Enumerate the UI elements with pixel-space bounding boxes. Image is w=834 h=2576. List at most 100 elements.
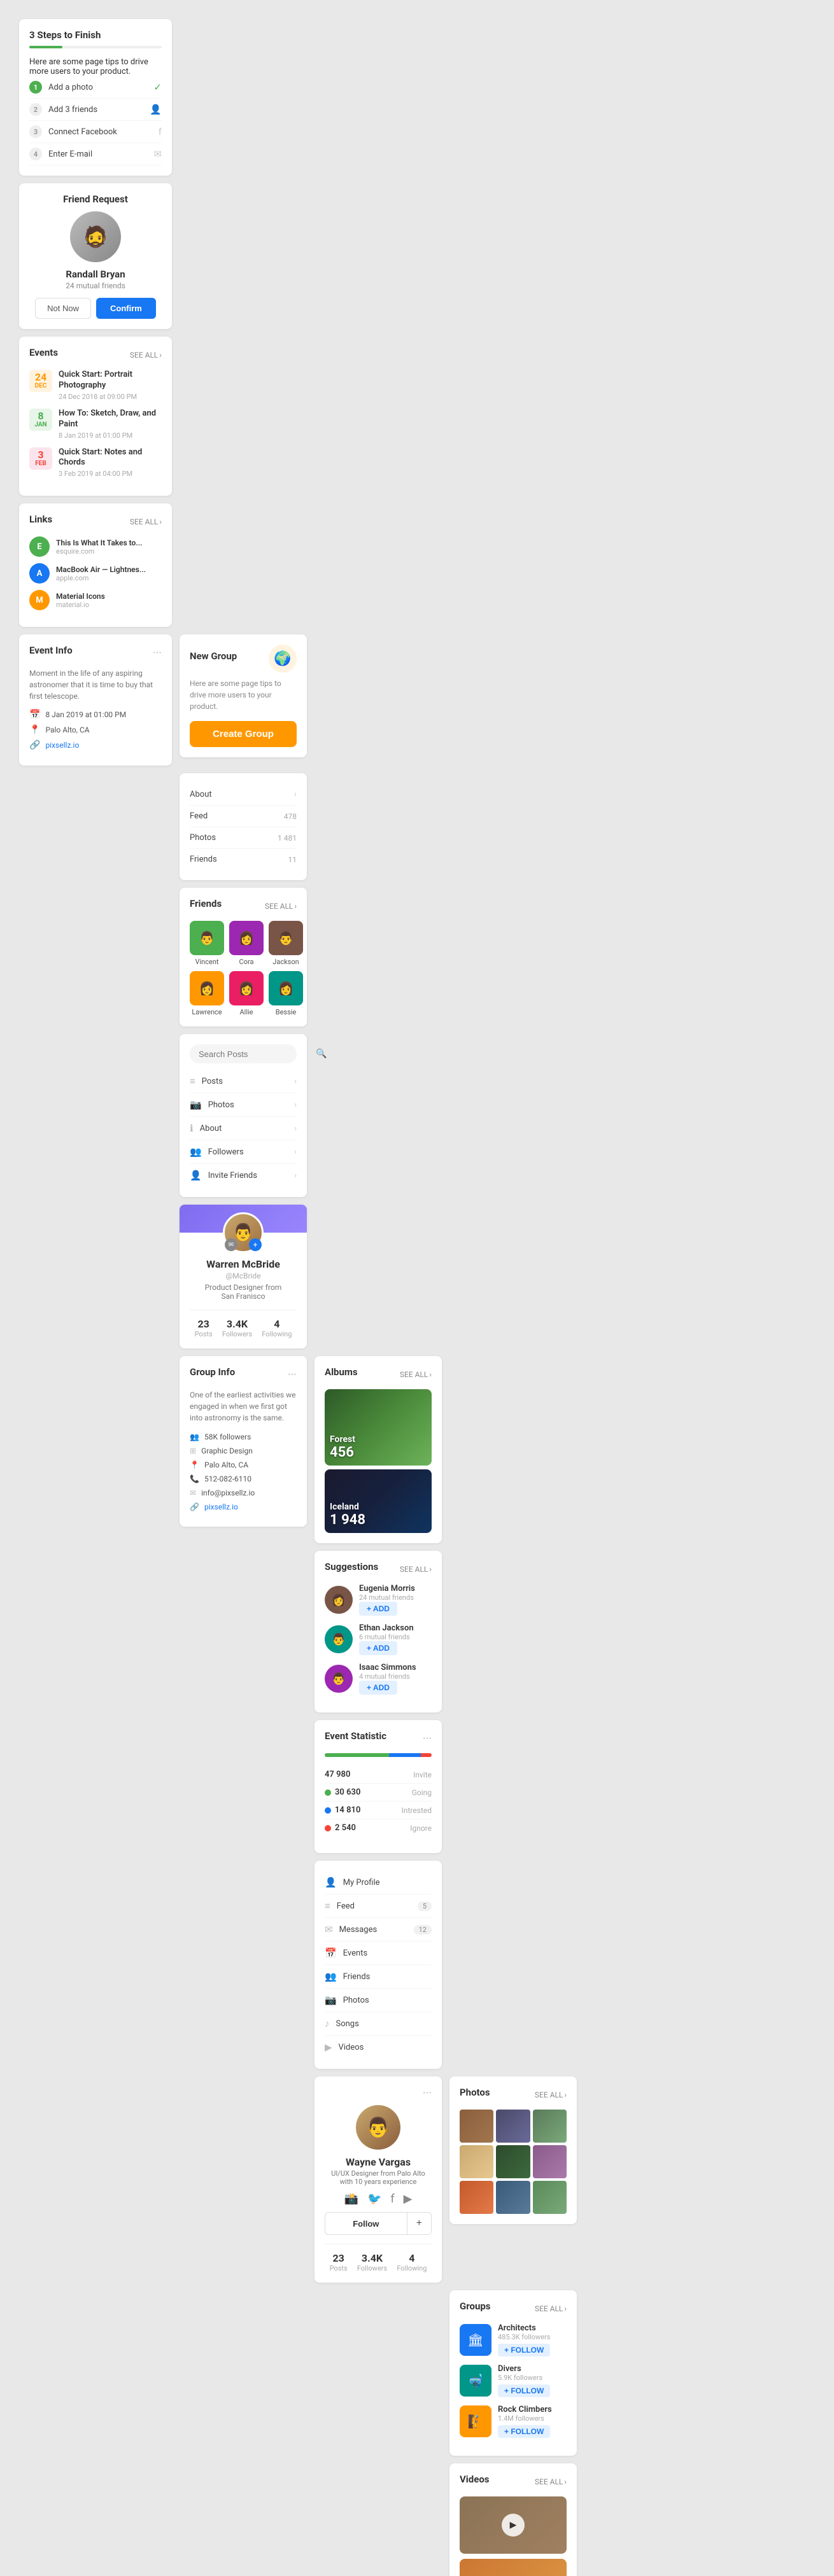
event-2[interactable]: 8 JAN How To: Sketch, Draw, and Paint 8 … bbox=[29, 409, 162, 440]
rock-climbers-info: Rock Climbers 1.4M followers + FOLLOW bbox=[498, 2405, 567, 2438]
follow-button[interactable]: Follow bbox=[325, 2214, 407, 2234]
mail-icon[interactable]: ✉ bbox=[225, 1238, 237, 1251]
link-2[interactable]: A MacBook Air — Lightnes... apple.com bbox=[29, 563, 162, 584]
event-stat-title: Event Statistic bbox=[325, 1730, 386, 1742]
album-forest[interactable]: Forest 456 bbox=[325, 1389, 432, 1466]
add-isaac-button[interactable]: + ADD bbox=[359, 1681, 397, 1695]
events-see-all[interactable]: SEE ALL › bbox=[130, 351, 162, 360]
friend-lawrence[interactable]: 👩 Lawrence bbox=[190, 971, 224, 1016]
profile-nav-card: 👤 My Profile ≡ Feed 5 ✉ Messages 12 📅 Ev… bbox=[315, 1861, 442, 2069]
search-input[interactable] bbox=[199, 1049, 311, 1059]
photo-3[interactable] bbox=[533, 2110, 567, 2143]
friend-jackson-avatar: 👨 bbox=[269, 921, 303, 955]
menu-friends[interactable]: Friends 11 bbox=[190, 849, 297, 870]
video-2[interactable]: ▶ bbox=[460, 2559, 567, 2576]
links-see-all[interactable]: SEE ALL › bbox=[130, 517, 162, 526]
add-ethan-button[interactable]: + ADD bbox=[359, 1641, 397, 1655]
suggestions-see-all[interactable]: SEE ALL › bbox=[400, 1565, 432, 1574]
photo-2[interactable] bbox=[496, 2110, 530, 2143]
wayne-following-stat: 4 Following bbox=[397, 2252, 427, 2272]
event-info-website[interactable]: pixsellz.io bbox=[45, 741, 79, 750]
step-3[interactable]: 3 Connect Facebook f bbox=[29, 121, 162, 143]
event-stat-dots[interactable]: ··· bbox=[423, 1732, 432, 1746]
eugenia-info: Eugenia Morris 24 mutual friends + ADD bbox=[359, 1584, 432, 1616]
nav-messages[interactable]: ✉ Messages 12 bbox=[325, 1918, 432, 1942]
link-3[interactable]: M Material Icons material.io bbox=[29, 590, 162, 610]
instagram-icon[interactable]: 📸 bbox=[344, 2192, 358, 2206]
create-group-button[interactable]: Create Group bbox=[190, 721, 297, 747]
albums-see-all[interactable]: SEE ALL › bbox=[400, 1370, 432, 1379]
add-eugenia-button[interactable]: + ADD bbox=[359, 1602, 397, 1616]
add-friend-icon[interactable]: + bbox=[249, 1238, 262, 1251]
photos-see-all[interactable]: SEE ALL › bbox=[535, 2090, 567, 2099]
step-1[interactable]: 1 Add a photo ✓ bbox=[29, 76, 162, 99]
group-website[interactable]: pixsellz.io bbox=[204, 1502, 238, 1511]
nav-posts[interactable]: ≡ Posts › bbox=[190, 1070, 297, 1093]
friend-bessie[interactable]: 👩 Bessie bbox=[269, 971, 303, 1016]
friend-jackson[interactable]: 👨 Jackson bbox=[269, 921, 303, 966]
photo-4[interactable] bbox=[460, 2145, 493, 2178]
event-info-location: Palo Alto, CA bbox=[45, 725, 89, 734]
nav-photos-menu[interactable]: 📷 Photos bbox=[325, 1989, 432, 2012]
nav-invite[interactable]: 👤 Invite Friends › bbox=[190, 1164, 297, 1187]
step-4[interactable]: 4 Enter E-mail ✉ bbox=[29, 143, 162, 165]
search-bar[interactable]: 🔍 bbox=[190, 1044, 297, 1063]
friends-see-all[interactable]: SEE ALL › bbox=[265, 902, 297, 911]
video-1[interactable]: ▶ bbox=[460, 2496, 567, 2554]
nav-my-profile[interactable]: 👤 My Profile bbox=[325, 1871, 432, 1894]
nav-followers[interactable]: 👥 Followers › bbox=[190, 1140, 297, 1164]
nav-photos[interactable]: 📷 Photos › bbox=[190, 1093, 297, 1117]
location-icon: 📍 bbox=[29, 725, 40, 735]
stat-intrested-row: 14 810 Intrested bbox=[325, 1802, 432, 1819]
photo-7[interactable] bbox=[460, 2181, 493, 2214]
albums-card: Albums SEE ALL › Forest 456 Iceland 1 94… bbox=[315, 1356, 442, 1543]
link-1[interactable]: E This Is What It Takes to... esquire.co… bbox=[29, 536, 162, 557]
step-2[interactable]: 2 Add 3 friends 👤 bbox=[29, 99, 162, 121]
photo-8[interactable] bbox=[496, 2181, 530, 2214]
event-stat-nums: 47 980 Invite 30 630 Going 14 810 Intres… bbox=[325, 1766, 432, 1837]
menu-feed[interactable]: Feed 478 bbox=[190, 806, 297, 827]
not-now-button[interactable]: Not Now bbox=[35, 298, 91, 319]
photo-5[interactable] bbox=[496, 2145, 530, 2178]
event-3-info: Quick Start: Notes and Chords 3 Feb 2019… bbox=[59, 447, 162, 479]
nav-events[interactable]: 📅 Events bbox=[325, 1942, 432, 1965]
menu-photos[interactable]: Photos 1 481 bbox=[190, 827, 297, 849]
nav-videos[interactable]: ▶ Videos bbox=[325, 2036, 432, 2059]
rock-climbers-follow-button[interactable]: + FOLLOW bbox=[498, 2425, 550, 2438]
group-info-dots[interactable]: ··· bbox=[288, 1368, 297, 1382]
friend-cora[interactable]: 👩 Cora bbox=[229, 921, 264, 966]
photo-6[interactable] bbox=[533, 2145, 567, 2178]
friend-vincent[interactable]: 👨 Vincent bbox=[190, 921, 224, 966]
facebook-icon[interactable]: f bbox=[390, 2192, 394, 2206]
friend-lawrence-avatar: 👩 bbox=[190, 971, 224, 1005]
wayne-dots-menu[interactable]: ··· bbox=[423, 2087, 432, 2100]
nav-feed[interactable]: ≡ Feed 5 bbox=[325, 1894, 432, 1918]
groups-see-all[interactable]: SEE ALL › bbox=[535, 2304, 567, 2313]
video-1-play[interactable]: ▶ bbox=[502, 2514, 525, 2537]
event-1[interactable]: 24 DEC Quick Start: Portrait Photography… bbox=[29, 370, 162, 401]
event-3[interactable]: 3 FEB Quick Start: Notes and Chords 3 Fe… bbox=[29, 447, 162, 479]
youtube-icon[interactable]: ▶ bbox=[404, 2192, 413, 2206]
twitter-icon[interactable]: 🐦 bbox=[367, 2192, 381, 2206]
my-profile-icon: 👤 bbox=[325, 1877, 337, 1888]
going-dot bbox=[325, 1789, 331, 1796]
nav-about[interactable]: ℹ About › bbox=[190, 1117, 297, 1140]
group-website-row[interactable]: 🔗 pixsellz.io bbox=[190, 1502, 297, 1511]
nav-songs[interactable]: ♪ Songs bbox=[325, 2012, 432, 2036]
friend-allie[interactable]: 👩 Allie bbox=[229, 971, 264, 1016]
follow-plus-button[interactable]: + bbox=[407, 2213, 431, 2234]
event-info-website-row[interactable]: 🔗 pixsellz.io bbox=[29, 740, 162, 750]
songs-icon: ♪ bbox=[325, 2018, 330, 2029]
photo-1[interactable] bbox=[460, 2110, 493, 2143]
nav-friends[interactable]: 👥 Friends bbox=[325, 1965, 432, 1989]
wayne-avatar: 👨 bbox=[356, 2105, 400, 2150]
menu-about[interactable]: About › bbox=[190, 783, 297, 806]
friends-header: Friends SEE ALL › bbox=[190, 898, 297, 914]
divers-follow-button[interactable]: + FOLLOW bbox=[498, 2384, 550, 2397]
videos-see-all[interactable]: SEE ALL › bbox=[535, 2477, 567, 2486]
event-info-dots[interactable]: ··· bbox=[153, 647, 162, 660]
architects-follow-button[interactable]: + FOLLOW bbox=[498, 2344, 550, 2356]
confirm-button[interactable]: Confirm bbox=[96, 298, 156, 319]
album-iceland[interactable]: Iceland 1 948 bbox=[325, 1469, 432, 1533]
photo-9[interactable] bbox=[533, 2181, 567, 2214]
